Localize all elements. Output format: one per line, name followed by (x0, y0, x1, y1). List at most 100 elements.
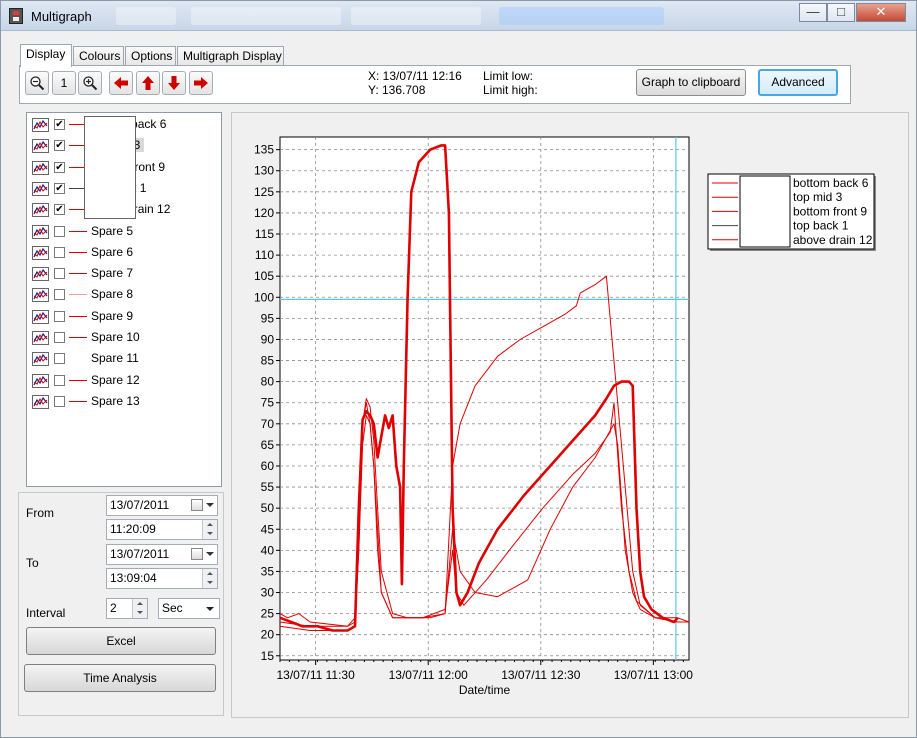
pan-right-button[interactable] (189, 71, 213, 95)
series-color-swatch (69, 230, 87, 232)
channel-checkbox[interactable] (54, 395, 65, 407)
chart-panel: 15 20 25 30 35 40 45 50 55 60 65 70 75 80 85 90 95 100 105… (231, 112, 909, 718)
minimize-button[interactable]: — (799, 3, 827, 22)
pan-up-button[interactable] (136, 71, 160, 95)
background-ghost (191, 7, 341, 25)
excel-button[interactable]: Excel (26, 627, 216, 655)
interval-value: 2 (110, 601, 117, 615)
from-label: From (26, 506, 54, 520)
to-time-input[interactable]: 13:09:04 (106, 568, 218, 589)
channel-checkbox[interactable] (54, 310, 65, 322)
channel-label: Spare 5 (91, 223, 134, 238)
channel-label: Spare 11 (91, 351, 139, 366)
y-tick-label: 20 (261, 628, 275, 642)
legend-entry: top back 1 (793, 219, 849, 233)
y-tick-label: 125 (254, 185, 274, 199)
series-color-swatch (69, 379, 87, 381)
advanced-button[interactable]: Advanced (758, 69, 838, 96)
app-window: Multigraph — □ ✕ Display Colours Options… (0, 0, 917, 738)
channel-item[interactable]: Spare 11 (27, 348, 221, 369)
graph-icon[interactable] (32, 331, 49, 345)
spinner-icon[interactable] (202, 520, 217, 539)
pan-left-button[interactable] (109, 71, 133, 95)
channel-checkbox[interactable] (54, 353, 65, 365)
channel-item[interactable]: Spare 8 (27, 284, 221, 305)
calendar-dropdown-icon[interactable] (191, 498, 215, 513)
channel-checkbox[interactable] (54, 374, 65, 386)
x-tick-label: 13/07/11 12:00 (389, 668, 469, 682)
channel-label: Spare 7 (91, 266, 134, 281)
channel-checkbox[interactable] (54, 225, 65, 237)
time-analysis-button[interactable]: Time Analysis (24, 664, 216, 692)
tab-options[interactable]: Options (125, 46, 176, 66)
tab-colours[interactable]: Colours (73, 46, 124, 66)
graph-icon[interactable] (32, 224, 49, 239)
graph-icon[interactable] (32, 139, 49, 154)
channel-checkbox[interactable]: ✔ (54, 182, 65, 194)
tab-display[interactable]: Display (20, 44, 72, 67)
close-button[interactable]: ✕ (856, 3, 906, 22)
to-time-value: 13:09:04 (110, 571, 157, 585)
channel-label: Spare 13 (91, 393, 140, 408)
series-color-swatch (69, 315, 87, 317)
series-color-swatch (69, 400, 87, 402)
channel-checkbox[interactable] (54, 268, 65, 280)
y-tick-label: 90 (261, 332, 275, 346)
y-tick-label: 135 (254, 143, 274, 157)
graph-icon[interactable] (32, 181, 49, 196)
pan-down-button[interactable] (162, 71, 186, 95)
channel-checkbox[interactable]: ✔ (54, 204, 65, 216)
channel-checkbox[interactable] (54, 246, 65, 258)
from-date-value: 13/07/2011 (110, 498, 170, 512)
channel-checkbox[interactable]: ✔ (54, 119, 65, 130)
zoom-out-button[interactable] (25, 71, 49, 95)
x-tick-label: 13/07/11 12:30 (501, 668, 581, 682)
x-tick-label: 13/07/11 11:30 (276, 668, 355, 682)
interval-unit-select[interactable]: Sec (158, 598, 220, 619)
channel-checkbox[interactable]: ✔ (54, 161, 65, 173)
channel-item[interactable]: Spare 12 (27, 370, 221, 391)
spinner-icon[interactable] (202, 569, 217, 588)
calendar-dropdown-icon[interactable] (191, 547, 215, 562)
from-time-input[interactable]: 11:20:09 (106, 519, 218, 540)
from-date-picker[interactable]: 13/07/2011 (106, 495, 218, 516)
to-date-picker[interactable]: 13/07/2011 (106, 544, 218, 565)
channel-label: Spare 6 (91, 244, 134, 259)
series-color-swatch (69, 294, 87, 296)
channel-item[interactable]: Spare 7 (27, 263, 221, 284)
graph-icon[interactable] (32, 288, 49, 303)
channel-checkbox[interactable] (54, 332, 65, 343)
graph-icon[interactable] (32, 160, 49, 175)
graph-icon[interactable] (32, 267, 49, 282)
y-tick-label: 95 (261, 311, 275, 325)
y-tick-label: 100 (254, 290, 274, 304)
channel-item[interactable]: Spare 5 (27, 221, 221, 242)
y-tick-label: 45 (261, 522, 275, 536)
channel-item[interactable]: Spare 10 (27, 327, 221, 348)
channel-item[interactable]: Spare 13 (27, 391, 221, 412)
graph-icon[interactable] (32, 394, 49, 409)
toolbar-panel: 1 X: 13/07/11 12:16 Y: 136.708 Limit low… (19, 65, 851, 104)
title-bar[interactable]: Multigraph — □ ✕ (1, 1, 916, 31)
zoom-reset-button[interactable]: 1 (52, 71, 76, 95)
y-tick-label: 15 (261, 649, 275, 663)
graph-to-clipboard-button[interactable]: Graph to clipboard (636, 69, 746, 96)
graph-icon[interactable] (32, 118, 49, 132)
tab-multigraph-display[interactable]: Multigraph Display (177, 46, 284, 66)
graph-icon[interactable] (32, 352, 49, 367)
channel-checkbox[interactable]: ✔ (54, 140, 65, 152)
graph-icon[interactable] (32, 309, 49, 324)
channel-item[interactable]: Spare 6 (27, 242, 221, 263)
arrow-left-icon (114, 77, 128, 89)
graph-icon[interactable] (32, 373, 49, 388)
legend-entry: bottom back 6 (793, 176, 869, 190)
graph-icon[interactable] (32, 203, 49, 218)
spinner-icon[interactable] (132, 599, 147, 618)
channel-item[interactable]: Spare 9 (27, 306, 221, 327)
maximize-button[interactable]: □ (827, 3, 855, 22)
channel-checkbox[interactable] (54, 289, 65, 301)
graph-icon[interactable] (32, 245, 49, 260)
interval-input[interactable]: 2 (106, 598, 148, 619)
temperature-chart[interactable]: 15 20 25 30 35 40 45 50 55 60 65 70 75 80 85 90 95 100 105… (232, 113, 910, 719)
zoom-in-button[interactable] (78, 71, 102, 95)
